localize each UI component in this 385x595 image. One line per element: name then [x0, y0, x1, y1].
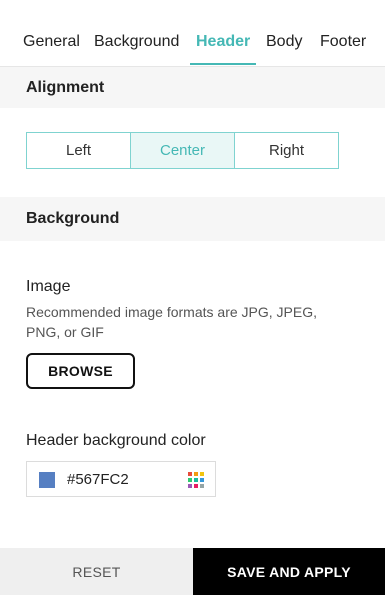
alignment-title: Alignment: [26, 79, 105, 96]
tab-bar: General Background Header Body Footer: [0, 0, 385, 67]
footer-actions: RESET SAVE AND APPLY: [0, 548, 385, 595]
reset-button[interactable]: RESET: [0, 548, 193, 595]
tab-body[interactable]: Body: [266, 33, 302, 51]
background-title: Background: [26, 210, 120, 227]
color-hex-value: #567FC2: [67, 471, 129, 488]
browse-button[interactable]: BROWSE: [26, 353, 135, 389]
palette-grid-icon[interactable]: [187, 471, 205, 489]
header-bg-color-label: Header background color: [26, 432, 206, 449]
alignment-segmented-control: Left Center Right: [26, 132, 339, 169]
tab-header[interactable]: Header: [196, 33, 250, 51]
tab-footer[interactable]: Footer: [320, 33, 366, 51]
image-label: Image: [26, 278, 71, 295]
image-help-text: Recommended image formats are JPG, JPEG,…: [26, 304, 317, 340]
background-section-header: Background: [0, 197, 385, 241]
customize-panel: General Background Header Body Footer Al…: [0, 0, 385, 595]
save-and-apply-button[interactable]: SAVE AND APPLY: [193, 548, 385, 595]
tab-general[interactable]: General: [23, 33, 80, 51]
alignment-section-header: Alignment: [0, 67, 385, 108]
align-left-button[interactable]: Left: [27, 133, 130, 168]
color-swatch: [39, 472, 55, 488]
tab-background[interactable]: Background: [94, 33, 179, 51]
header-bg-color-field[interactable]: #567FC2: [26, 461, 216, 497]
active-tab-indicator: [190, 63, 256, 65]
align-right-button[interactable]: Right: [234, 133, 338, 168]
align-center-button[interactable]: Center: [130, 133, 234, 168]
